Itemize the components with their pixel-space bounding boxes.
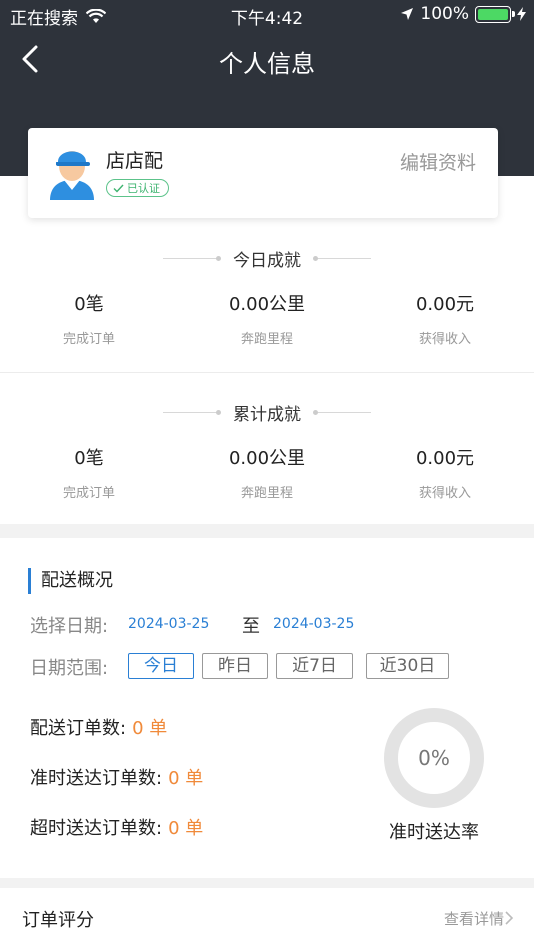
ontime-count-row: 准时送达订单数: 0 单 [30,764,203,790]
date-to-picker[interactable]: 2024-03-25 [273,616,354,632]
ontime-count-label: 准时送达订单数: [30,768,163,789]
stat-label: 完成订单 [62,332,115,347]
ontime-count-value: 0 单 [168,768,204,789]
stat-value: 0.00元 [415,294,475,315]
range-yesterday-button[interactable]: 昨日 [202,653,268,679]
total-title: 累计成就 [233,405,301,425]
total-income: 0.00元 获得收入 [356,444,534,501]
total-distance: 0.00公里 奔跑里程 [178,444,356,501]
today-section-title: 今日成就 [0,246,534,271]
date-label: 选择日期: [30,616,109,637]
range-30days-button[interactable]: 近30日 [366,653,449,679]
stat-value: 0.00元 [415,448,475,469]
late-count-row: 超时送达订单数: 0 单 [30,814,203,840]
stat-value: 0.00公里 [228,448,306,469]
rating-title: 订单评分 [22,910,94,931]
location-arrow-icon [401,8,414,20]
nav-bar: 个人信息 [0,36,534,82]
stat-value: 0笔 [74,448,104,469]
status-bar: 正在搜索 下午4:42 100% [0,0,534,30]
today-title: 今日成就 [233,251,301,271]
total-section-title: 累计成就 [0,400,534,425]
stat-label: 获得收入 [418,486,471,501]
orders-count-label: 配送订单数: [30,718,127,739]
today-stats: 0笔 完成订单 0.00公里 奔跑里程 0.00元 获得收入 [0,290,534,347]
view-details-link[interactable]: 查看详情 [444,908,504,929]
chevron-right-icon [505,911,514,925]
stat-label: 奔跑里程 [240,332,293,347]
stat-label: 奔跑里程 [240,486,293,501]
username: 店店配 [106,150,164,172]
range-7days-button[interactable]: 近7日 [276,653,353,679]
orders-count-value: 0 单 [132,718,168,739]
date-from-picker[interactable]: 2024-03-25 [128,616,209,632]
range-label: 日期范围: [30,658,109,679]
stat-value: 0.00公里 [228,294,306,315]
delivery-title: 配送概况 [28,568,113,594]
date-separator: 至 [242,616,260,637]
order-rating-row[interactable]: 订单评分 查看详情 [0,888,534,950]
page-title: 个人信息 [219,50,315,78]
late-count-label: 超时送达订单数: [30,818,163,839]
total-stats: 0笔 完成订单 0.00公里 奔跑里程 0.00元 获得收入 [0,444,534,501]
verified-badge: 已认证 [106,179,169,197]
orders-count-row: 配送订单数: 0 单 [30,714,167,740]
total-orders: 0笔 完成订单 [0,444,178,501]
stat-value: 0笔 [74,294,104,315]
late-count-value: 0 单 [168,818,204,839]
range-today-button[interactable]: 今日 [128,653,194,679]
charging-bolt-icon [517,7,526,21]
check-icon [113,184,124,193]
battery-icon [475,5,515,23]
stat-label: 完成订单 [62,486,115,501]
delivery-overview-panel: 配送概况 选择日期: 2024-03-25 至 2024-03-25 日期范围:… [0,538,534,878]
ontime-rate-value: 0% [418,746,450,770]
ontime-rate-label: 准时送达率 [389,822,479,843]
stat-label: 获得收入 [418,332,471,347]
section-divider [0,372,534,373]
ontime-rate-ring: 0% [384,708,484,808]
today-distance: 0.00公里 奔跑里程 [178,290,356,347]
today-orders: 0笔 完成订单 [0,290,178,347]
battery-percent: 100% [420,4,469,24]
verified-text: 已认证 [127,182,160,195]
edit-profile-link[interactable]: 编辑资料 [400,148,476,175]
profile-card: 店店配 已认证 编辑资料 [28,128,498,218]
today-income: 0.00元 获得收入 [356,290,534,347]
avatar [50,151,94,200]
